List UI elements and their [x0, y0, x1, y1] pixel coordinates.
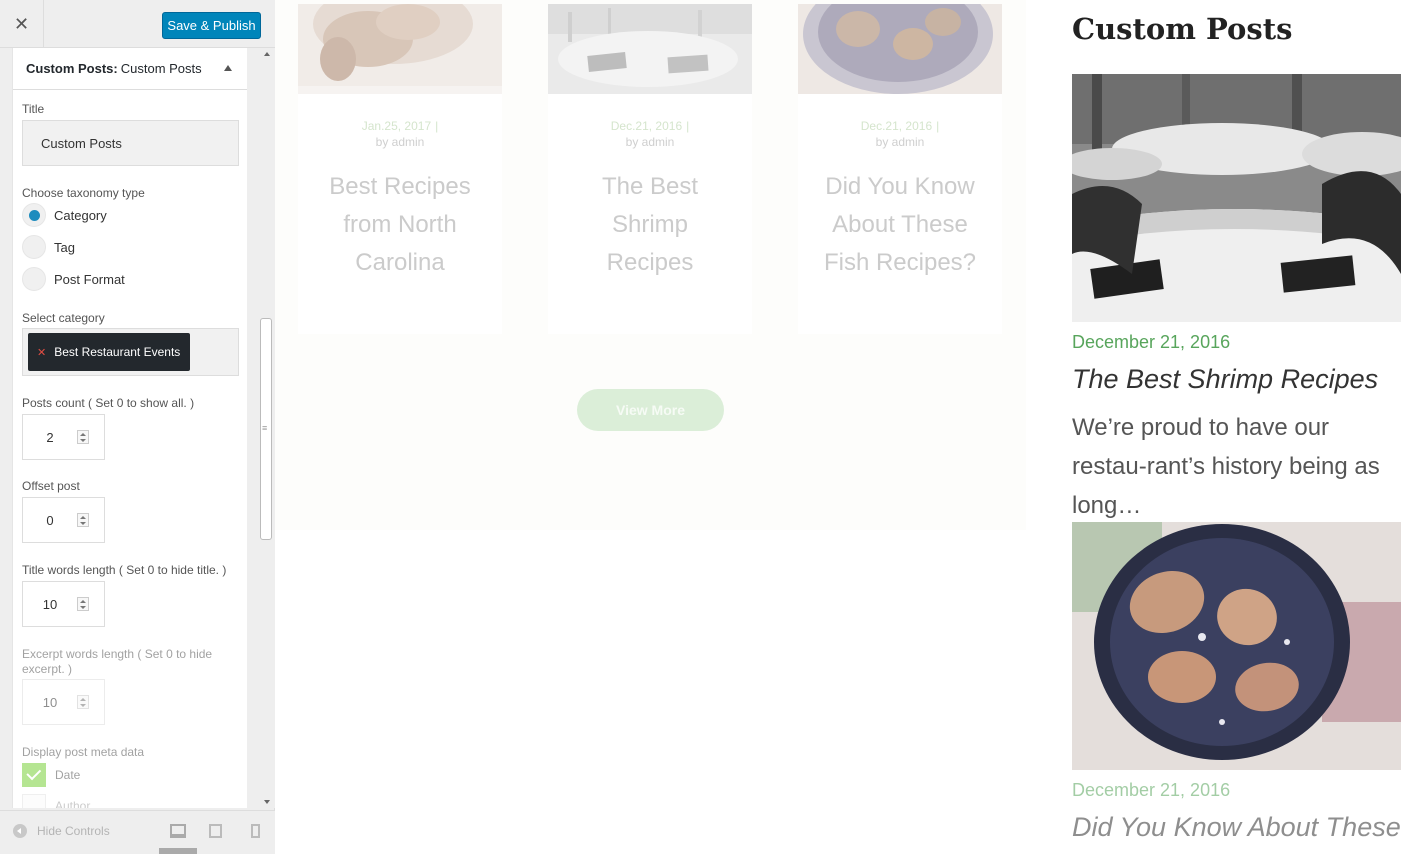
save-publish-button[interactable]: Save & Publish: [162, 12, 261, 39]
spinner-icon[interactable]: [77, 430, 89, 444]
meta-author-label: Author: [55, 799, 91, 808]
post-card-title[interactable]: Best Recipes from North Carolina: [298, 168, 502, 282]
excerpt-length-value: 10: [42, 694, 58, 710]
category-label: Select category: [22, 311, 105, 325]
title-label: Title: [22, 102, 45, 116]
widget-settings-panel: Custom Posts: Custom Posts Title Custom …: [12, 48, 247, 808]
radio-label: Tag: [54, 239, 75, 255]
active-device-indicator: [159, 848, 197, 854]
post-card[interactable]: Jan.25, 2017 | by admin Best Recipes from…: [298, 4, 502, 334]
post-card-meta: Jan.25, 2017 | by admin: [298, 118, 502, 150]
post-card-title[interactable]: Did You Know About These Fish Recipes?: [798, 168, 1002, 282]
post-card-image[interactable]: [548, 4, 752, 94]
view-more-button[interactable]: View More: [577, 389, 724, 431]
post-card-meta: Dec.21, 2016 | by admin: [548, 118, 752, 150]
resize-grip-icon[interactable]: ≡: [262, 423, 267, 433]
post-card-date[interactable]: Jan.25, 2017: [362, 119, 431, 133]
title-length-label: Title words length ( Set 0 to hide title…: [22, 563, 227, 577]
widget-post-date[interactable]: December 21, 2016: [1072, 780, 1230, 801]
desktop-icon[interactable]: [170, 824, 186, 838]
site-preview: Jan.25, 2017 | by admin Best Recipes from…: [275, 0, 1419, 854]
post-card-image[interactable]: [798, 4, 1002, 94]
checkbox-icon[interactable]: [22, 794, 46, 808]
radio-selected-icon[interactable]: [22, 203, 46, 227]
radio-icon[interactable]: [22, 235, 46, 259]
customizer-header: ✕ Save & Publish: [0, 0, 275, 48]
radio-category[interactable]: Category: [22, 203, 107, 227]
posts-grid: Jan.25, 2017 | by admin Best Recipes from…: [275, 0, 1026, 530]
meta-separator: |: [686, 119, 690, 133]
title-length-input[interactable]: 10: [22, 581, 105, 627]
category-select[interactable]: ✕ Best Restaurant Events: [22, 328, 239, 376]
widget-post-image[interactable]: [1072, 74, 1401, 322]
post-card-author[interactable]: by admin: [298, 134, 502, 150]
widget-post-date[interactable]: December 21, 2016: [1072, 332, 1230, 353]
post-card-meta: Dec.21, 2016 | by admin: [798, 118, 1002, 150]
radio-tag[interactable]: Tag: [22, 235, 75, 259]
posts-count-label: Posts count ( Set 0 to show all. ): [22, 396, 195, 410]
collapse-arrow-icon[interactable]: [224, 65, 232, 71]
meta-author-option[interactable]: Author: [22, 794, 90, 808]
check-icon[interactable]: [22, 763, 46, 787]
spinner-icon[interactable]: [77, 695, 89, 709]
widget-post-title[interactable]: The Best Shrimp Recipes: [1072, 364, 1378, 395]
category-chip[interactable]: ✕ Best Restaurant Events: [28, 333, 191, 371]
hide-controls-icon: [13, 824, 27, 838]
post-card-date[interactable]: Dec.21, 2016: [611, 119, 682, 133]
radio-icon[interactable]: [22, 267, 46, 291]
spinner-icon[interactable]: [77, 597, 89, 611]
post-card[interactable]: Dec.21, 2016 | by admin The Best Shrimp R…: [548, 4, 752, 334]
meta-separator: |: [936, 119, 940, 133]
post-card-image[interactable]: [298, 4, 502, 94]
category-chip-label: Best Restaurant Events: [54, 345, 181, 359]
close-icon[interactable]: ✕: [0, 0, 44, 48]
post-card-title[interactable]: The Best Shrimp Recipes: [548, 168, 752, 282]
customizer-footer: Hide Controls: [0, 810, 275, 854]
excerpt-length-input[interactable]: 10: [22, 679, 105, 725]
meta-separator: |: [435, 119, 439, 133]
widget-post-title[interactable]: Did You Know About These: [1072, 812, 1401, 843]
widget-post-image[interactable]: [1072, 522, 1401, 770]
taxonomy-label: Choose taxonomy type: [22, 186, 145, 200]
section-name: Custom Posts: [120, 61, 202, 76]
post-card-author[interactable]: by admin: [548, 134, 752, 150]
posts-count-input[interactable]: 2: [22, 414, 105, 460]
hide-controls-label: Hide Controls: [37, 824, 110, 838]
spinner-icon[interactable]: [77, 513, 89, 527]
meta-date-option[interactable]: Date: [22, 763, 80, 787]
scroll-down-icon[interactable]: [264, 800, 270, 804]
posts-count-value: 2: [46, 429, 54, 445]
scroll-up-icon[interactable]: [264, 52, 270, 56]
hide-controls-button[interactable]: Hide Controls: [13, 824, 110, 838]
remove-x-icon[interactable]: ✕: [37, 346, 46, 359]
meta-date-label: Date: [55, 768, 81, 782]
meta-label: Display post meta data: [22, 745, 145, 759]
title-input[interactable]: Custom Posts: [22, 120, 239, 166]
radio-label: Post Format: [54, 271, 125, 287]
widget-post-excerpt: We’re proud to have our restau-rant’s hi…: [1072, 414, 1380, 519]
post-card-date[interactable]: Dec.21, 2016: [861, 119, 932, 133]
title-length-value: 10: [42, 596, 58, 612]
post-card[interactable]: Dec.21, 2016 | by admin Did You Know Abou…: [798, 4, 1002, 334]
offset-value: 0: [46, 512, 54, 528]
mobile-icon[interactable]: [251, 824, 260, 838]
offset-label: Offset post: [22, 479, 80, 493]
tablet-icon[interactable]: [209, 824, 222, 838]
offset-input[interactable]: 0: [22, 497, 105, 543]
custom-posts-widget: Custom Posts December 21, 2016 The Best …: [1072, 0, 1419, 854]
section-header[interactable]: Custom Posts: Custom Posts: [13, 48, 247, 90]
radio-post-format[interactable]: Post Format: [22, 267, 125, 291]
post-card-author[interactable]: by admin: [798, 134, 1002, 150]
radio-label: Category: [54, 207, 107, 223]
section-type-label: Custom Posts:: [26, 61, 118, 76]
customizer-sidebar: ✕ Save & Publish Custom Posts: Custom Po…: [0, 0, 275, 854]
widget-title: Custom Posts: [1072, 12, 1293, 46]
excerpt-length-label: Excerpt words length ( Set 0 to hide exc…: [22, 647, 213, 676]
